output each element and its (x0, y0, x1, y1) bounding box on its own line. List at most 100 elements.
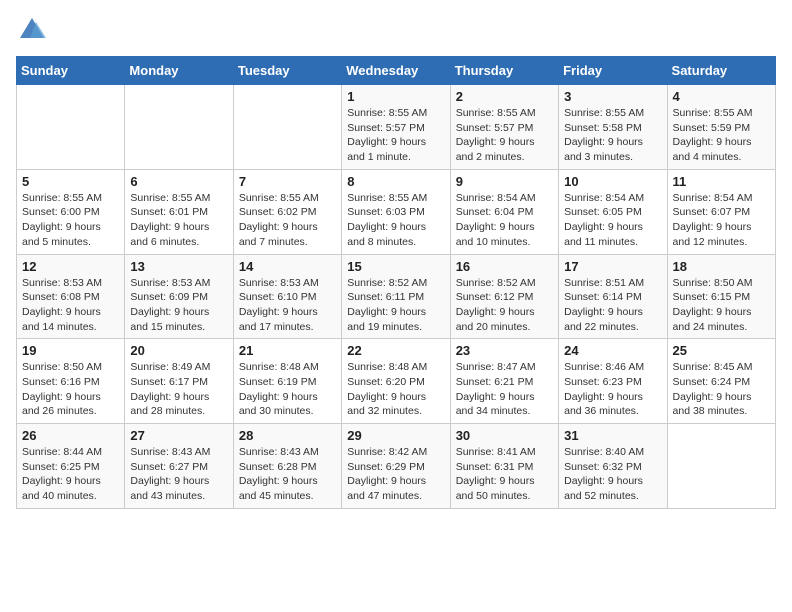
day-info: Sunrise: 8:47 AMSunset: 6:21 PMDaylight:… (456, 360, 553, 419)
weekday-header-wednesday: Wednesday (342, 57, 450, 85)
calendar-cell: 29 Sunrise: 8:42 AMSunset: 6:29 PMDayligh… (342, 424, 450, 509)
weekday-header-row: SundayMondayTuesdayWednesdayThursdayFrid… (17, 57, 776, 85)
week-row-5: 26Sunrise: 8:44 AMSunset: 6:25 PMDayligh… (17, 424, 776, 509)
calendar-cell (667, 424, 775, 509)
day-info: Sunrise: 8:44 AMSunset: 6:25 PMDaylight:… (22, 445, 119, 504)
day-number: 15 (347, 259, 444, 274)
logo-icon (18, 16, 46, 44)
day-number: 29 (347, 428, 444, 443)
day-number: 6 (130, 174, 227, 189)
day-info: Sunrise: 8:45 AMSunset: 6:24 PMDaylight:… (673, 360, 770, 419)
day-number: 8 (347, 174, 444, 189)
calendar-cell: 28 Sunrise: 8:43 AMSunset: 6:28 PMDayligh… (233, 424, 341, 509)
weekday-header-tuesday: Tuesday (233, 57, 341, 85)
calendar-cell: 24 Sunrise: 8:46 AMSunset: 6:23 PMDayligh… (559, 339, 667, 424)
calendar-cell: 1Sunrise: 8:55 AMSunset: 5:57 PMDaylight… (342, 85, 450, 170)
day-number: 31 (564, 428, 661, 443)
day-number: 11 (673, 174, 770, 189)
day-number: 20 (130, 343, 227, 358)
day-info: Sunrise: 8:55 AMSunset: 6:01 PMDaylight:… (130, 191, 227, 250)
day-number: 16 (456, 259, 553, 274)
calendar-table: SundayMondayTuesdayWednesdayThursdayFrid… (16, 56, 776, 509)
day-info: Sunrise: 8:42 AMSunset: 6:29 PMDaylight:… (347, 445, 444, 504)
day-info: Sunrise: 8:48 AMSunset: 6:20 PMDaylight:… (347, 360, 444, 419)
calendar-cell: 8Sunrise: 8:55 AMSunset: 6:03 PMDaylight… (342, 169, 450, 254)
week-row-2: 5Sunrise: 8:55 AMSunset: 6:00 PMDaylight… (17, 169, 776, 254)
calendar-cell: 15Sunrise: 8:52 AMSunset: 6:11 PMDayligh… (342, 254, 450, 339)
day-number: 19 (22, 343, 119, 358)
day-info: Sunrise: 8:55 AMSunset: 5:59 PMDaylight:… (673, 106, 770, 165)
day-number: 13 (130, 259, 227, 274)
calendar-cell: 12 Sunrise: 8:53 AMSunset: 6:08 PMDayligh… (17, 254, 125, 339)
day-number: 3 (564, 89, 661, 104)
calendar-cell: 5Sunrise: 8:55 AMSunset: 6:00 PMDaylight… (17, 169, 125, 254)
day-number: 28 (239, 428, 336, 443)
day-number: 21 (239, 343, 336, 358)
day-info: Sunrise: 8:55 AMSunset: 6:02 PMDaylight:… (239, 191, 336, 250)
day-info: Sunrise: 8:53 AMSunset: 6:09 PMDaylight:… (130, 276, 227, 335)
day-number: 30 (456, 428, 553, 443)
calendar-cell: 10Sunrise: 8:54 AMSunset: 6:05 PMDayligh… (559, 169, 667, 254)
day-info: Sunrise: 8:43 AMSunset: 6:27 PMDaylight:… (130, 445, 227, 504)
day-number: 7 (239, 174, 336, 189)
day-number: 12 (22, 259, 119, 274)
calendar-cell: 17 Sunrise: 8:51 AMSunset: 6:14 PMDayligh… (559, 254, 667, 339)
day-info: Sunrise: 8:53 AMSunset: 6:08 PMDaylight:… (22, 276, 119, 335)
calendar-cell: 31Sunrise: 8:40 AMSunset: 6:32 PMDayligh… (559, 424, 667, 509)
day-number: 24 (564, 343, 661, 358)
calendar-cell: 26Sunrise: 8:44 AMSunset: 6:25 PMDayligh… (17, 424, 125, 509)
calendar-cell: 16 Sunrise: 8:52 AMSunset: 6:12 PMDayligh… (450, 254, 558, 339)
weekday-header-sunday: Sunday (17, 57, 125, 85)
day-number: 27 (130, 428, 227, 443)
day-number: 9 (456, 174, 553, 189)
calendar-cell (125, 85, 233, 170)
calendar-cell: 4 Sunrise: 8:55 AMSunset: 5:59 PMDaylight… (667, 85, 775, 170)
day-info: Sunrise: 8:48 AMSunset: 6:19 PMDaylight:… (239, 360, 336, 419)
day-info: Sunrise: 8:43 AMSunset: 6:28 PMDaylight:… (239, 445, 336, 504)
day-number: 22 (347, 343, 444, 358)
day-info: Sunrise: 8:55 AMSunset: 5:58 PMDaylight:… (564, 106, 661, 165)
weekday-header-thursday: Thursday (450, 57, 558, 85)
calendar-cell: 3 Sunrise: 8:55 AMSunset: 5:58 PMDaylight… (559, 85, 667, 170)
day-info: Sunrise: 8:50 AMSunset: 6:16 PMDaylight:… (22, 360, 119, 419)
weekday-header-monday: Monday (125, 57, 233, 85)
calendar-cell: 6 Sunrise: 8:55 AMSunset: 6:01 PMDaylight… (125, 169, 233, 254)
day-info: Sunrise: 8:54 AMSunset: 6:05 PMDaylight:… (564, 191, 661, 250)
calendar-cell: 18Sunrise: 8:50 AMSunset: 6:15 PMDayligh… (667, 254, 775, 339)
day-number: 5 (22, 174, 119, 189)
day-info: Sunrise: 8:46 AMSunset: 6:23 PMDaylight:… (564, 360, 661, 419)
day-info: Sunrise: 8:49 AMSunset: 6:17 PMDaylight:… (130, 360, 227, 419)
day-info: Sunrise: 8:41 AMSunset: 6:31 PMDaylight:… (456, 445, 553, 504)
day-info: Sunrise: 8:51 AMSunset: 6:14 PMDaylight:… (564, 276, 661, 335)
day-number: 17 (564, 259, 661, 274)
weekday-header-saturday: Saturday (667, 57, 775, 85)
day-info: Sunrise: 8:50 AMSunset: 6:15 PMDaylight:… (673, 276, 770, 335)
calendar-cell: 7 Sunrise: 8:55 AMSunset: 6:02 PMDaylight… (233, 169, 341, 254)
day-info: Sunrise: 8:54 AMSunset: 6:04 PMDaylight:… (456, 191, 553, 250)
calendar-cell (233, 85, 341, 170)
day-number: 25 (673, 343, 770, 358)
calendar-cell: 22 Sunrise: 8:48 AMSunset: 6:20 PMDayligh… (342, 339, 450, 424)
calendar-cell: 27 Sunrise: 8:43 AMSunset: 6:27 PMDayligh… (125, 424, 233, 509)
day-info: Sunrise: 8:55 AMSunset: 5:57 PMDaylight:… (456, 106, 553, 165)
day-number: 2 (456, 89, 553, 104)
week-row-4: 19 Sunrise: 8:50 AMSunset: 6:16 PMDayligh… (17, 339, 776, 424)
week-row-1: 1Sunrise: 8:55 AMSunset: 5:57 PMDaylight… (17, 85, 776, 170)
week-row-3: 12 Sunrise: 8:53 AMSunset: 6:08 PMDayligh… (17, 254, 776, 339)
day-number: 14 (239, 259, 336, 274)
day-info: Sunrise: 8:52 AMSunset: 6:12 PMDaylight:… (456, 276, 553, 335)
calendar-cell: 30 Sunrise: 8:41 AMSunset: 6:31 PMDayligh… (450, 424, 558, 509)
calendar-cell: 25 Sunrise: 8:45 AMSunset: 6:24 PMDayligh… (667, 339, 775, 424)
calendar-cell (17, 85, 125, 170)
weekday-header-friday: Friday (559, 57, 667, 85)
calendar-cell: 20 Sunrise: 8:49 AMSunset: 6:17 PMDayligh… (125, 339, 233, 424)
calendar-cell: 21 Sunrise: 8:48 AMSunset: 6:19 PMDayligh… (233, 339, 341, 424)
day-info: Sunrise: 8:55 AMSunset: 5:57 PMDaylight:… (347, 106, 444, 165)
header (16, 16, 776, 44)
day-info: Sunrise: 8:53 AMSunset: 6:10 PMDaylight:… (239, 276, 336, 335)
day-number: 4 (673, 89, 770, 104)
calendar-cell: 19 Sunrise: 8:50 AMSunset: 6:16 PMDayligh… (17, 339, 125, 424)
calendar-cell: 2 Sunrise: 8:55 AMSunset: 5:57 PMDaylight… (450, 85, 558, 170)
day-info: Sunrise: 8:54 AMSunset: 6:07 PMDaylight:… (673, 191, 770, 250)
logo (16, 16, 46, 44)
